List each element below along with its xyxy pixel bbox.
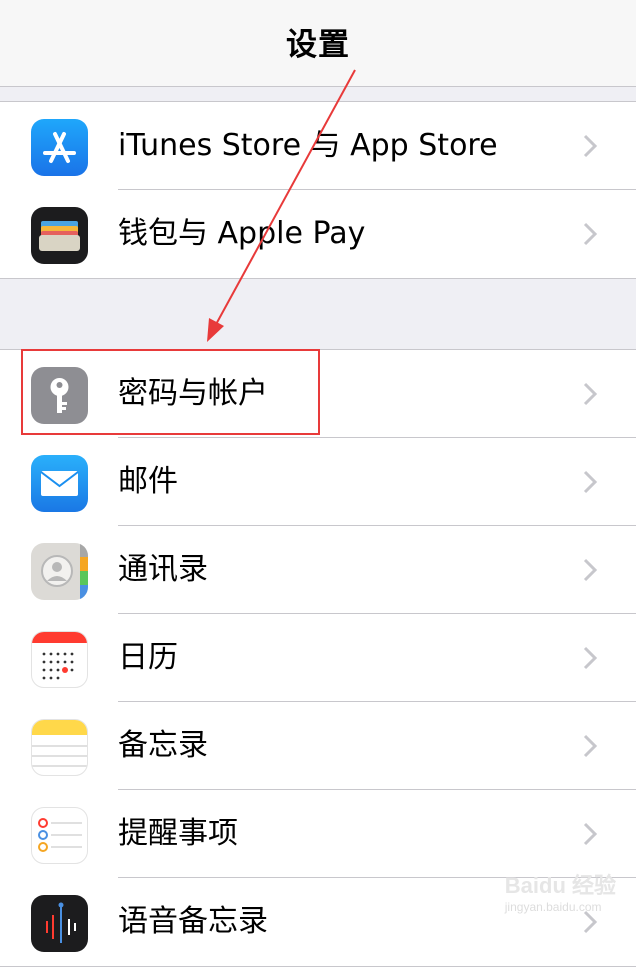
- mail-icon: [31, 455, 88, 512]
- chevron-right-icon: [583, 134, 598, 158]
- page-title: 设置: [286, 26, 350, 63]
- reminders-icon: [31, 807, 88, 864]
- notes-icon: [31, 719, 88, 776]
- settings-row-itunes-app-store[interactable]: iTunes Store 与 App Store: [0, 102, 636, 190]
- contacts-icon: [31, 543, 88, 600]
- chevron-right-icon: [583, 558, 598, 582]
- navigation-bar: 设置: [0, 0, 636, 87]
- settings-row-label: iTunes Store 与 App Store: [118, 128, 498, 163]
- chevron-right-icon: [583, 822, 598, 846]
- watermark: Baidu 经验 jingyan.baidu.com: [505, 868, 616, 914]
- chevron-right-icon: [583, 382, 598, 406]
- settings-row-notes[interactable]: 备忘录: [0, 702, 636, 790]
- settings-row-label: 钱包与 Apple Pay: [118, 216, 366, 251]
- settings-row-mail[interactable]: 邮件: [0, 438, 636, 526]
- settings-row-label: 邮件: [118, 464, 178, 499]
- settings-row-label: 提醒事项: [118, 816, 238, 851]
- chevron-right-icon: [583, 646, 598, 670]
- watermark-site: jingyan.baidu.com: [504, 900, 602, 914]
- settings-row-label: 备忘录: [118, 728, 208, 763]
- voice-memos-icon: [31, 895, 88, 952]
- settings-group-stores: iTunes Store 与 App Store 钱包与 Apple Pay: [0, 101, 636, 279]
- chevron-right-icon: [583, 222, 598, 246]
- app-store-icon: [31, 119, 88, 176]
- settings-row-contacts[interactable]: 通讯录: [0, 526, 636, 614]
- settings-row-wallet-apple-pay[interactable]: 钱包与 Apple Pay: [0, 190, 636, 278]
- settings-row-label: 语音备忘录: [118, 904, 268, 939]
- wallet-icon: [31, 207, 88, 264]
- settings-row-calendar[interactable]: 日历: [0, 614, 636, 702]
- watermark-brand: Baidu 经验: [504, 873, 616, 898]
- highlight-box: [21, 349, 320, 435]
- chevron-right-icon: [583, 734, 598, 758]
- calendar-icon: [31, 631, 88, 688]
- chevron-right-icon: [583, 470, 598, 494]
- settings-row-label: 日历: [118, 640, 178, 675]
- settings-row-label: 通讯录: [118, 552, 208, 587]
- settings-row-reminders[interactable]: 提醒事项: [0, 790, 636, 878]
